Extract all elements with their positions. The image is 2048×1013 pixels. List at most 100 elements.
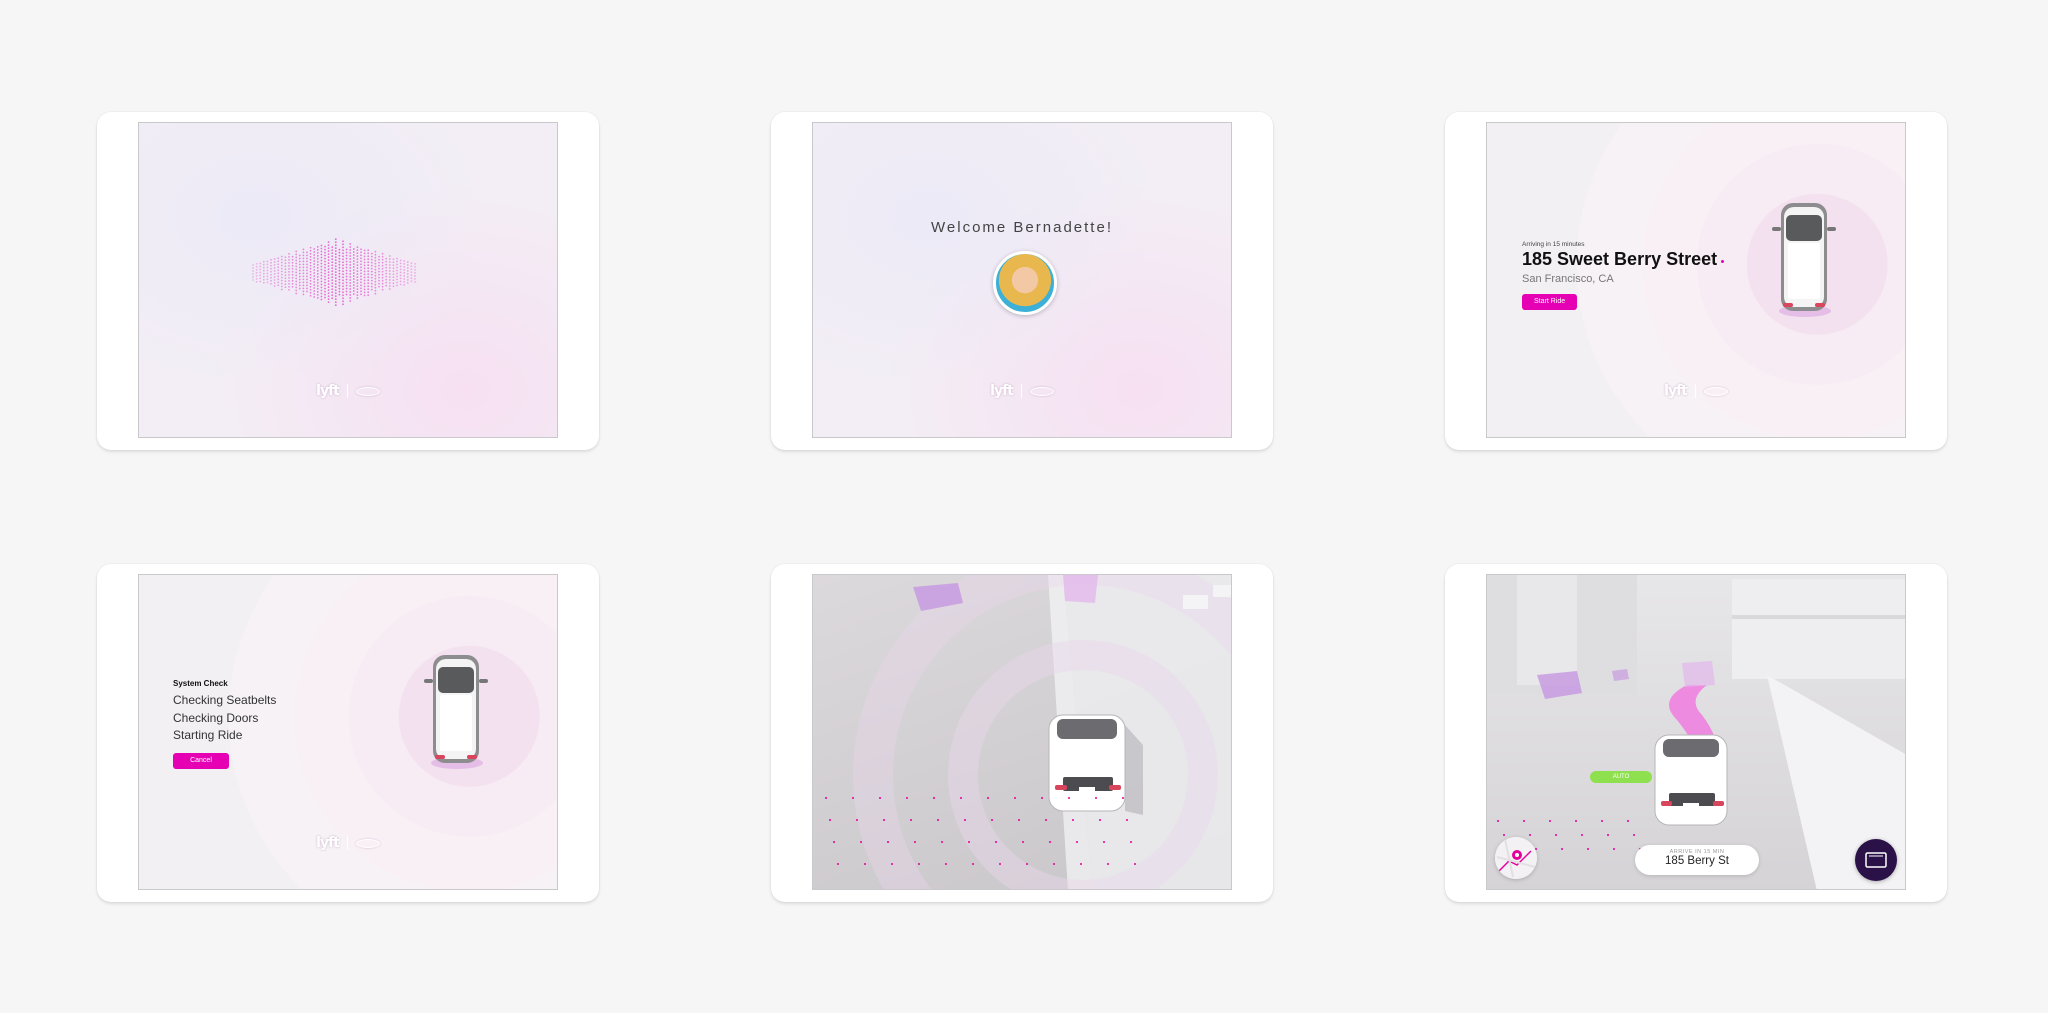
lidar-point (1099, 819, 1101, 821)
footer-divider (1020, 384, 1022, 398)
lidar-point (933, 797, 935, 799)
lidar-point (1555, 834, 1557, 836)
tablet-system-check: System Check Checking Seatbelts Checking… (97, 564, 599, 902)
lidar-point (937, 819, 939, 821)
tablet-listening: lyft (97, 112, 599, 450)
lidar-point (1022, 841, 1024, 843)
destination-street: 185 Sweet Berry Street (1522, 249, 1725, 270)
ride-screen: AUTO ARRIVE IN 15 MIN 185 Berry St (1486, 574, 1906, 890)
system-check-line: Checking Doors (173, 711, 259, 725)
screen-icon (1865, 852, 1887, 868)
accent-dot (1721, 260, 1725, 263)
lidar-point (887, 841, 889, 843)
arrival-pill: ARRIVE IN 15 MIN 185 Berry St (1635, 845, 1759, 875)
brand-footer: lyft (139, 383, 557, 399)
lidar-point (860, 841, 862, 843)
partner-logo-icon (1703, 386, 1728, 396)
lidar-point (945, 863, 947, 865)
lidar-point (1561, 848, 1563, 850)
lidar-point (1587, 848, 1589, 850)
lidar-point (991, 819, 993, 821)
lidar-point (879, 797, 881, 799)
destination-city: San Francisco, CA (1522, 273, 1614, 285)
lidar-point (906, 797, 908, 799)
partner-logo-icon (355, 838, 380, 848)
lidar-point (1607, 834, 1609, 836)
lidar-point (852, 797, 854, 799)
lidar-point (1095, 797, 1097, 799)
lidar-point (1575, 820, 1577, 822)
tablet-sensor-view (771, 564, 1273, 902)
footer-divider (346, 384, 348, 398)
street-text: 185 Sweet Berry Street (1522, 249, 1718, 269)
listening-screen: lyft (138, 122, 558, 438)
lidar-point (1080, 863, 1082, 865)
lidar-point (837, 863, 839, 865)
lidar-point (960, 797, 962, 799)
destination-screen: Arriving in 15 minutes 185 Sweet Berry S… (1486, 122, 1906, 438)
arriving-label: Arriving in 15 minutes (1522, 241, 1585, 248)
car-top-view-icon (1772, 203, 1836, 317)
tablet-ride: AUTO ARRIVE IN 15 MIN 185 Berry St (1445, 564, 1947, 902)
lidar-point (1134, 863, 1136, 865)
start-ride-button[interactable]: Start Ride (1522, 294, 1578, 310)
arrive-label: ARRIVE IN 15 MIN (1669, 849, 1725, 855)
map-button[interactable] (1495, 837, 1537, 879)
welcome-greeting: Welcome Bernadette! (931, 219, 1113, 236)
lidar-point (864, 863, 866, 865)
lidar-point (891, 863, 893, 865)
lidar-point (825, 797, 827, 799)
lidar-point (995, 841, 997, 843)
lyft-logo: lyft (316, 835, 340, 851)
lyft-logo: lyft (990, 383, 1014, 399)
lidar-point (1523, 820, 1525, 822)
lidar-point (833, 841, 835, 843)
lidar-point (1045, 819, 1047, 821)
listening-wave-icon (252, 238, 416, 307)
cancel-button[interactable]: Cancel (173, 753, 229, 769)
lidar-point (1068, 797, 1070, 799)
sensor-view-screen (812, 574, 1232, 890)
lidar-point (987, 797, 989, 799)
lidar-point (1126, 819, 1128, 821)
system-check-line: Checking Seatbelts (173, 693, 277, 707)
lidar-point (1633, 834, 1635, 836)
lidar-point (941, 841, 943, 843)
lidar-point (883, 819, 885, 821)
lidar-point (1529, 834, 1531, 836)
lidar-point (1026, 863, 1028, 865)
lidar-point (1549, 820, 1551, 822)
lidar-point (910, 819, 912, 821)
lidar-point (1627, 820, 1629, 822)
lyft-logo: lyft (316, 383, 340, 399)
lyft-logo: lyft (1664, 383, 1688, 399)
lidar-point (1053, 863, 1055, 865)
system-check-screen: System Check Checking Seatbelts Checking… (138, 574, 558, 890)
car-top-view-icon (424, 655, 488, 769)
destination-short: 185 Berry St (1665, 855, 1729, 867)
screen-button[interactable] (1855, 839, 1897, 881)
welcome-screen: Welcome Bernadette! lyft (812, 122, 1232, 438)
brand-footer: lyft (813, 383, 1231, 399)
lidar-point (1041, 797, 1043, 799)
lidar-point (1103, 841, 1105, 843)
brand-footer: lyft (139, 835, 557, 851)
lidar-point (1601, 820, 1603, 822)
partner-logo-icon (1029, 386, 1054, 396)
map-icon (1495, 837, 1537, 879)
lidar-point (914, 841, 916, 843)
avatar (993, 251, 1057, 315)
lidar-point (918, 863, 920, 865)
lidar-point (1014, 797, 1016, 799)
lidar-point (856, 819, 858, 821)
footer-divider (346, 836, 348, 850)
footer-divider (1694, 384, 1696, 398)
brand-footer: lyft (1487, 383, 1905, 399)
auto-mode-badge: AUTO (1590, 771, 1652, 783)
lidar-point (968, 841, 970, 843)
lidar-point (999, 863, 1001, 865)
ride-scene (1487, 575, 1905, 889)
lidar-point (1503, 834, 1505, 836)
lidar-point (829, 819, 831, 821)
lidar-point (964, 819, 966, 821)
